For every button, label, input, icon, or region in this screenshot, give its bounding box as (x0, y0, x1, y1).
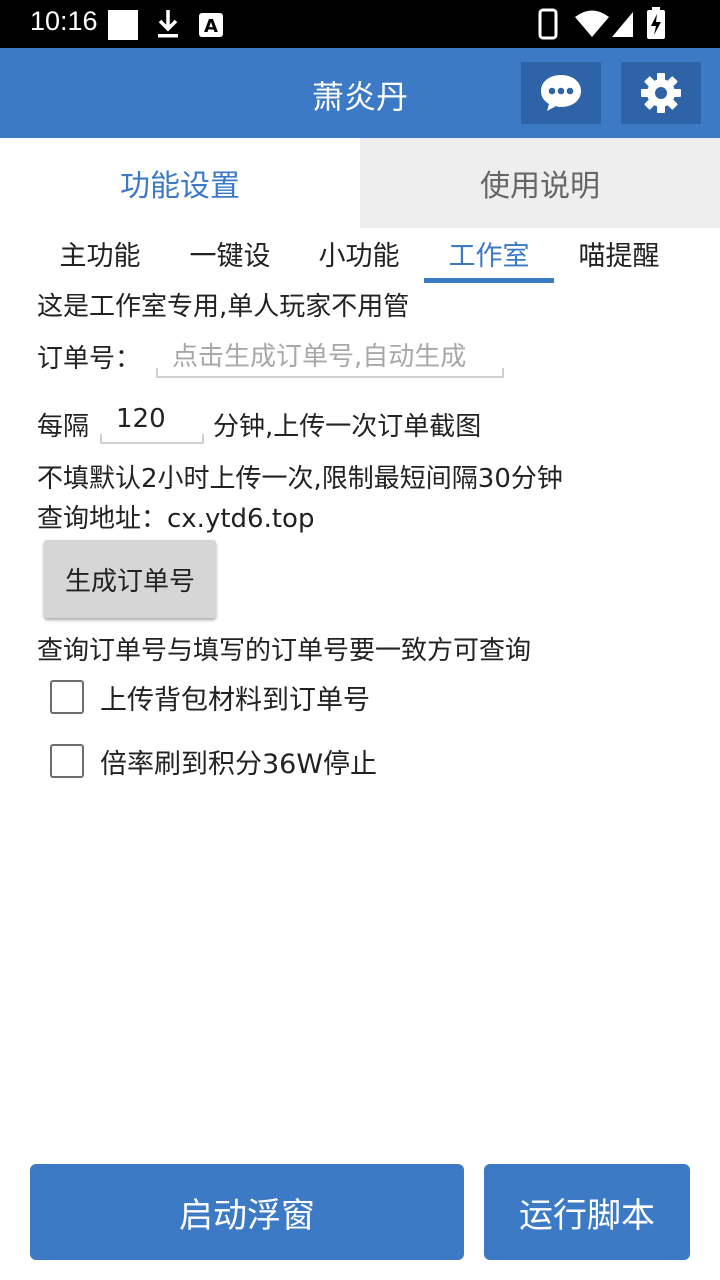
interval-suffix: 分钟,上传一次订单截图 (213, 412, 482, 442)
start-float-window-button[interactable]: 启动浮窗 (30, 1164, 464, 1260)
interval-minutes-value: 120 (116, 404, 166, 434)
query-note: 查询订单号与填写的订单号要一致方可查询 (37, 636, 532, 666)
main-tabs: 功能设置 使用说明 (0, 138, 720, 228)
download-icon (158, 10, 178, 38)
order-number-input[interactable]: 点击生成订单号,自动生成 (156, 330, 504, 378)
upload-materials-label: 上传背包材料到订单号 (100, 685, 370, 716)
svg-text:A: A (204, 16, 218, 37)
white-square-icon (108, 10, 138, 40)
stop-at-points-label: 倍率刷到积分36W停止 (100, 749, 378, 780)
tab-instructions[interactable]: 使用说明 (360, 138, 720, 228)
status-bar: 10:16 A (0, 0, 720, 48)
order-label: 订单号： (37, 344, 142, 374)
a-badge-icon: A (199, 13, 223, 37)
phone-icon (538, 8, 558, 40)
generate-order-button[interactable]: 生成订单号 (44, 540, 216, 618)
interval-prefix: 每隔 (37, 412, 90, 442)
settings-button[interactable] (621, 62, 701, 124)
active-subtab-indicator (424, 278, 554, 283)
interval-minutes-input[interactable]: 120 (100, 398, 204, 444)
subtab-meow-reminder[interactable]: 喵提醒 (554, 236, 684, 282)
tab-function-settings[interactable]: 功能设置 (0, 138, 360, 228)
wifi-icon (575, 10, 609, 37)
chat-bubble-icon (541, 75, 581, 111)
signal-icon (612, 12, 633, 37)
subtab-studio[interactable]: 工作室 (424, 236, 554, 282)
gear-icon (641, 73, 681, 113)
chat-button[interactable] (521, 62, 601, 124)
subtab-one-key-setup[interactable]: 一键设 (165, 236, 295, 282)
default-interval-note: 不填默认2小时上传一次,限制最短间隔30分钟 (37, 464, 563, 494)
stop-at-points-checkbox[interactable] (50, 744, 84, 778)
app-title: 萧炎丹 (311, 78, 408, 116)
battery-charging-icon (647, 7, 665, 39)
sub-tabs: 主功能 一键设 小功能 工作室 喵提醒 (0, 236, 720, 284)
query-address: 查询地址：cx.ytd6.top (37, 504, 315, 534)
upload-materials-checkbox[interactable] (50, 680, 84, 714)
subtab-main-function[interactable]: 主功能 (35, 236, 165, 282)
app-bar: 萧炎丹 (0, 48, 720, 138)
studio-note: 这是工作室专用,单人玩家不用管 (37, 292, 410, 322)
subtab-small-functions[interactable]: 小功能 (294, 236, 424, 282)
run-script-button[interactable]: 运行脚本 (484, 1164, 690, 1260)
status-time: 10:16 (30, 6, 98, 36)
order-number-placeholder: 点击生成订单号,自动生成 (172, 342, 467, 372)
